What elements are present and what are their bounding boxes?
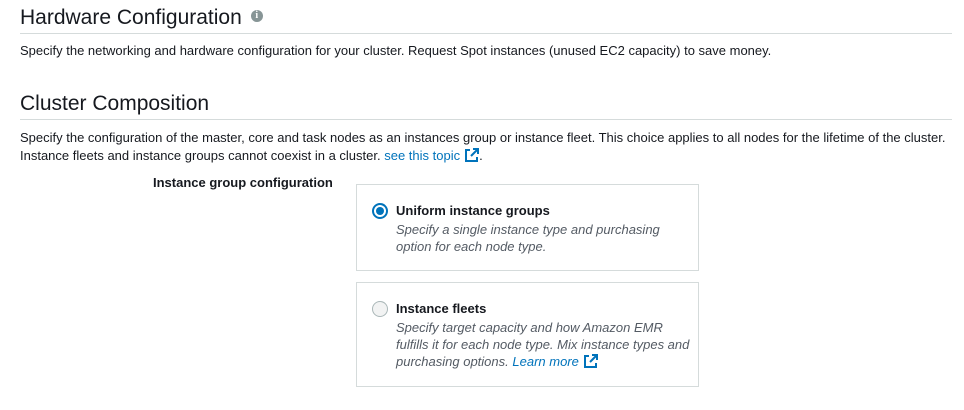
hardware-configuration-title: Hardware Configuration i xyxy=(20,6,263,30)
instance-group-configuration-label: Instance group configuration xyxy=(153,175,333,190)
uniform-instance-groups-title[interactable]: Uniform instance groups xyxy=(396,203,550,218)
info-icon[interactable]: i xyxy=(250,10,263,23)
composition-title-divider xyxy=(20,119,952,120)
uniform-instance-groups-radio[interactable] xyxy=(372,203,388,219)
instance-fleets-title[interactable]: Instance fleets xyxy=(396,301,486,316)
composition-description-text: Specify the configuration of the master,… xyxy=(20,130,946,163)
see-this-topic-link-text[interactable]: see this topic xyxy=(384,148,460,163)
cluster-composition-title: Cluster Composition xyxy=(20,92,210,115)
external-link-icon[interactable] xyxy=(583,354,598,369)
see-this-topic-link[interactable]: see this topic xyxy=(384,148,480,163)
instance-fleets-radio[interactable] xyxy=(372,301,388,317)
hardware-title-text: Hardware Configuration xyxy=(20,6,242,29)
instance-fleets-description: Specify target capacity and how Amazon E… xyxy=(396,319,691,370)
learn-more-link-text[interactable]: Learn more xyxy=(512,354,578,369)
uniform-instance-groups-description: Specify a single instance type and purch… xyxy=(396,222,660,254)
composition-description: Specify the configuration of the master,… xyxy=(20,129,950,165)
hardware-description: Specify the networking and hardware conf… xyxy=(20,43,772,58)
instance-fleets-option[interactable]: Instance fleets Specify target capacity … xyxy=(356,282,699,387)
uniform-instance-groups-option[interactable]: Uniform instance groups Specify a single… xyxy=(356,184,699,271)
hardware-title-divider xyxy=(20,33,952,34)
composition-description-period: . xyxy=(479,148,483,163)
learn-more-link[interactable]: Learn more xyxy=(512,354,598,369)
external-link-icon[interactable] xyxy=(464,148,480,163)
